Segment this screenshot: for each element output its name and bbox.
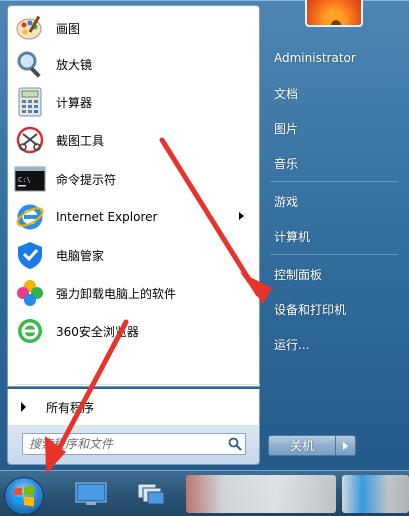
internet-explorer-icon: [12, 201, 48, 233]
separator: [270, 181, 398, 182]
program-label: 截图工具: [56, 133, 105, 148]
program-label: 电脑管家: [56, 248, 105, 263]
separator: [16, 384, 260, 385]
games-link[interactable]: 游戏: [274, 193, 298, 210]
submenu-arrow-icon[interactable]: [239, 212, 244, 220]
taskbar-desktop-button[interactable]: [70, 477, 112, 511]
taskbar-running-app[interactable]: [186, 475, 336, 513]
program-uninstaller[interactable]: 强力卸载电脑上的软件: [10, 275, 258, 311]
monitor-icon: [75, 482, 107, 505]
taskbar-windows-button[interactable]: [130, 477, 172, 511]
command-prompt-icon: C:\: [12, 163, 48, 195]
magnifier-icon: [12, 48, 48, 80]
shutdown-options-button[interactable]: [336, 435, 356, 456]
program-label: 360安全浏览器: [56, 324, 139, 339]
arrow-right-icon: [343, 441, 348, 450]
program-snipping-tool[interactable]: 截图工具: [10, 122, 258, 158]
shutdown-button[interactable]: 关机: [268, 435, 336, 456]
documents-link[interactable]: 文档: [274, 85, 298, 102]
run-link[interactable]: 运行...: [274, 336, 309, 353]
program-calculator[interactable]: 计算器: [10, 84, 258, 120]
program-paint[interactable]: 画图: [10, 10, 258, 46]
search-input[interactable]: [23, 435, 225, 453]
start-menu: 画图 放大镜 计算器 截图工具 C:\ 命令提示符 Internet Explo…: [0, 0, 409, 470]
program-label: 画图: [56, 21, 81, 36]
program-internet-explorer[interactable]: Internet Explorer: [10, 199, 258, 235]
search-box[interactable]: [22, 433, 246, 455]
computer-link[interactable]: 计算机: [274, 228, 310, 245]
program-label: Internet Explorer: [56, 210, 158, 224]
pc-manager-icon: [12, 239, 48, 271]
windows-logo-icon: [14, 485, 34, 507]
paint-icon: [12, 12, 48, 44]
program-label: 命令提示符: [56, 172, 117, 187]
arrow-right-icon: [21, 402, 26, 412]
search-area: [7, 425, 260, 465]
calculator-icon: [12, 86, 48, 118]
snipping-tool-icon: [12, 124, 48, 156]
start-button[interactable]: [4, 477, 44, 515]
program-label: 强力卸载电脑上的软件: [56, 286, 177, 301]
taskbar-running-app[interactable]: [342, 475, 409, 513]
music-link[interactable]: 音乐: [274, 155, 298, 172]
all-programs-button[interactable]: 所有程序: [7, 389, 260, 425]
pictures-link[interactable]: 图片: [274, 120, 298, 137]
user-name-link[interactable]: Administrator: [274, 51, 356, 65]
program-pc-manager[interactable]: 电脑管家: [10, 237, 258, 273]
devices-printers-link[interactable]: 设备和打印机: [274, 301, 346, 318]
windows-stack-icon: [137, 483, 165, 505]
svg-text:C:\: C:\: [18, 176, 31, 184]
uninstaller-icon: [12, 277, 48, 309]
search-icon[interactable]: [225, 434, 245, 454]
control-panel-link[interactable]: 控制面板: [274, 266, 322, 283]
360-browser-icon: [12, 315, 48, 347]
program-magnifier[interactable]: 放大镜: [10, 46, 258, 82]
separator: [270, 254, 398, 255]
programs-pane: 画图 放大镜 计算器 截图工具 C:\ 命令提示符 Internet Explo…: [7, 5, 260, 387]
program-label: 放大镜: [56, 57, 93, 72]
taskbar: [0, 470, 409, 516]
program-360-browser[interactable]: 360安全浏览器: [10, 313, 258, 349]
program-label: 计算器: [56, 95, 93, 110]
all-programs-label: 所有程序: [46, 400, 95, 415]
shutdown-label: 关机: [289, 439, 314, 453]
program-command-prompt[interactable]: C:\ 命令提示符: [10, 161, 258, 197]
user-avatar[interactable]: [305, 0, 363, 27]
